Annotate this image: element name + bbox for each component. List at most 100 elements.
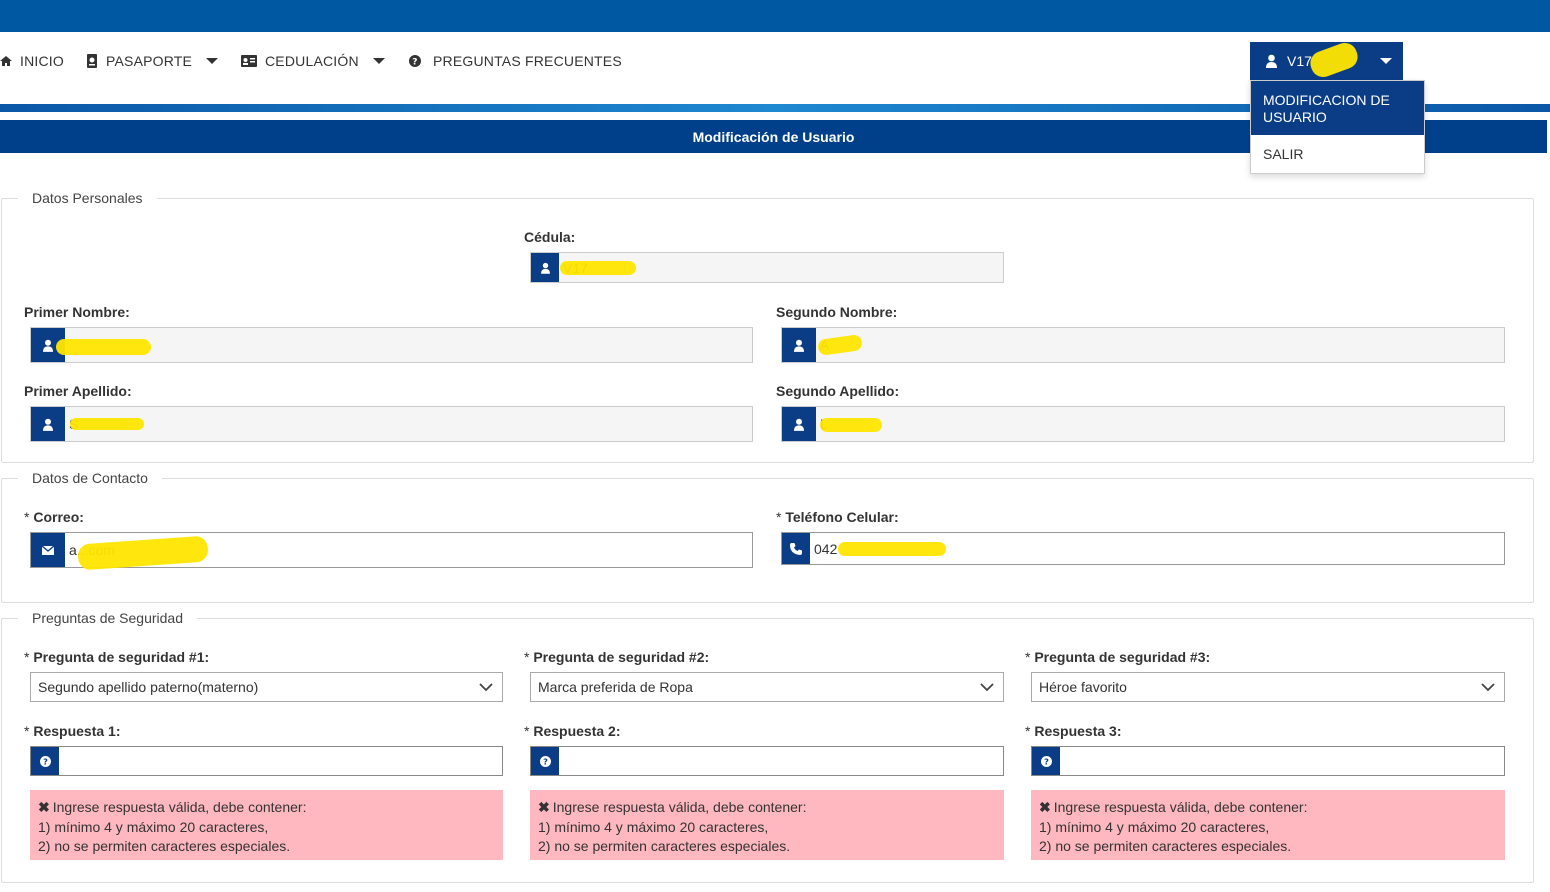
chevron-down-icon bbox=[980, 683, 994, 692]
question-2-label: * Pregunta de seguridad #2: bbox=[524, 649, 710, 665]
phone-label-text: Teléfono Celular: bbox=[785, 509, 899, 525]
answer-1-label-text: Respuesta 1: bbox=[33, 723, 121, 739]
user-icon bbox=[31, 407, 65, 441]
email-label: * Correo: bbox=[24, 509, 84, 525]
id-card-icon bbox=[241, 55, 257, 67]
nav-home-label: INICIO bbox=[20, 53, 64, 69]
chevron-down-icon bbox=[1380, 58, 1392, 64]
first-surname-input bbox=[65, 407, 752, 441]
error-line-3: 2) no se permiten caracteres especiales. bbox=[1039, 838, 1292, 854]
passport-icon bbox=[87, 54, 97, 68]
envelope-icon bbox=[31, 533, 65, 567]
chevron-down-icon bbox=[1481, 683, 1495, 692]
question-3-label-text: Pregunta de seguridad #3: bbox=[1034, 649, 1211, 665]
answer-1-field[interactable]: ? bbox=[30, 746, 503, 776]
chevron-down-icon bbox=[372, 58, 385, 64]
close-icon: ✖ bbox=[538, 799, 550, 815]
nav-passport-label: PASAPORTE bbox=[106, 53, 193, 69]
user-icon bbox=[782, 328, 816, 362]
question-2-value: Marca preferida de Ropa bbox=[538, 679, 693, 695]
second-name-label: Segundo Nombre: bbox=[776, 304, 898, 320]
answer-2-input[interactable] bbox=[559, 747, 1003, 775]
error-line-1: Ingrese respuesta válida, debe contener: bbox=[52, 799, 307, 815]
question-circle-icon: ? bbox=[1032, 747, 1060, 775]
second-name-input bbox=[816, 328, 1504, 362]
answer-2-field[interactable]: ? bbox=[530, 746, 1004, 776]
section-legend: Datos Personales bbox=[32, 190, 143, 206]
home-icon bbox=[0, 56, 12, 66]
svg-text:?: ? bbox=[543, 756, 548, 766]
question-3-label: * Pregunta de seguridad #3: bbox=[1025, 649, 1211, 665]
error-line-2: 1) mínimo 4 y máximo 20 caracteres, bbox=[38, 818, 269, 835]
question-1-value: Segundo apellido paterno(materno) bbox=[38, 679, 259, 695]
chevron-down-icon bbox=[479, 683, 493, 692]
question-circle-icon: ? bbox=[531, 747, 559, 775]
answer-3-field[interactable]: ? bbox=[1031, 746, 1505, 776]
error-line-2: 1) mínimo 4 y máximo 20 caracteres, bbox=[538, 818, 769, 835]
answer-1-input[interactable] bbox=[59, 747, 502, 775]
redaction-mark bbox=[56, 339, 151, 355]
chevron-down-icon bbox=[206, 58, 219, 64]
second-surname-label: Segundo Apellido: bbox=[776, 383, 900, 399]
nav-home[interactable]: INICIO bbox=[0, 53, 64, 69]
answer-3-error: ✖ Ingrese respuesta válida, debe contener… bbox=[1031, 790, 1505, 860]
section-legend: Datos de Contacto bbox=[32, 470, 148, 486]
user-icon bbox=[531, 253, 559, 282]
nav-faq[interactable]: ? PREGUNTAS FRECUENTES bbox=[409, 53, 622, 69]
redaction-mark bbox=[560, 261, 636, 275]
svg-text:?: ? bbox=[412, 58, 417, 68]
cedula-label: Cédula: bbox=[524, 229, 576, 245]
close-icon: ✖ bbox=[1039, 799, 1051, 815]
second-surname-input bbox=[816, 407, 1504, 441]
answer-2-label: * Respuesta 2: bbox=[524, 723, 621, 739]
svg-text:?: ? bbox=[1044, 756, 1049, 766]
first-name-input bbox=[65, 328, 752, 362]
menu-item-logout[interactable]: SALIR bbox=[1251, 135, 1424, 162]
phone-label: * Teléfono Celular: bbox=[776, 509, 899, 525]
question-2-select[interactable]: Marca preferida de Ropa bbox=[530, 672, 1004, 702]
question-1-label-text: Pregunta de seguridad #1: bbox=[33, 649, 210, 665]
email-label-text: Correo: bbox=[33, 509, 84, 525]
top-bar bbox=[0, 0, 1550, 32]
answer-3-label-text: Respuesta 3: bbox=[1034, 723, 1122, 739]
second-surname-field bbox=[781, 406, 1505, 442]
answer-3-label: * Respuesta 3: bbox=[1025, 723, 1122, 739]
page-title-text: Modificación de Usuario bbox=[692, 128, 855, 145]
svg-text:?: ? bbox=[43, 756, 48, 766]
error-line-3: 2) no se permiten caracteres especiales. bbox=[38, 838, 291, 854]
nav-cedulacion-label: CEDULACIÓN bbox=[265, 53, 359, 69]
user-id: V17 bbox=[1287, 53, 1312, 69]
menu-item-modify-user[interactable]: MODIFICACION DE USUARIO bbox=[1251, 81, 1424, 135]
answer-2-error: ✖ Ingrese respuesta válida, debe contener… bbox=[530, 790, 1004, 860]
question-2-label-text: Pregunta de seguridad #2: bbox=[533, 649, 710, 665]
phone-icon bbox=[782, 533, 810, 564]
nav-cedulacion[interactable]: CEDULACIÓN bbox=[241, 53, 385, 69]
user-dropdown-menu: MODIFICACION DE USUARIO SALIR bbox=[1250, 80, 1425, 174]
error-line-2: 1) mínimo 4 y máximo 20 caracteres, bbox=[1039, 818, 1270, 835]
question-circle-icon: ? bbox=[31, 747, 59, 775]
error-line-1: Ingrese respuesta válida, debe contener: bbox=[1053, 799, 1308, 815]
user-icon bbox=[782, 407, 816, 441]
redaction-mark bbox=[838, 542, 946, 556]
nav-faq-label: PREGUNTAS FRECUENTES bbox=[433, 53, 622, 69]
error-line-1: Ingrese respuesta válida, debe contener: bbox=[552, 799, 807, 815]
redaction-mark bbox=[820, 418, 882, 432]
nav-passport[interactable]: PASAPORTE bbox=[86, 53, 219, 69]
user-icon bbox=[1266, 54, 1277, 68]
answer-3-input[interactable] bbox=[1060, 747, 1504, 775]
first-name-label: Primer Nombre: bbox=[24, 304, 130, 320]
question-1-label: * Pregunta de seguridad #1: bbox=[24, 649, 210, 665]
question-3-value: Héroe favorito bbox=[1039, 679, 1127, 695]
question-1-select[interactable]: Segundo apellido paterno(materno) bbox=[30, 672, 503, 702]
question-3-select[interactable]: Héroe favorito bbox=[1031, 672, 1505, 702]
first-surname-label: Primer Apellido: bbox=[24, 383, 132, 399]
answer-2-label-text: Respuesta 2: bbox=[533, 723, 621, 739]
answer-1-error: ✖ Ingrese respuesta válida, debe contener… bbox=[30, 790, 503, 860]
redaction-mark bbox=[70, 418, 144, 430]
second-name-field bbox=[781, 327, 1505, 363]
close-icon: ✖ bbox=[38, 799, 50, 815]
section-legend: Preguntas de Seguridad bbox=[32, 610, 183, 626]
question-circle-icon: ? bbox=[409, 55, 421, 67]
answer-1-label: * Respuesta 1: bbox=[24, 723, 121, 739]
error-line-3: 2) no se permiten caracteres especiales. bbox=[538, 838, 791, 854]
